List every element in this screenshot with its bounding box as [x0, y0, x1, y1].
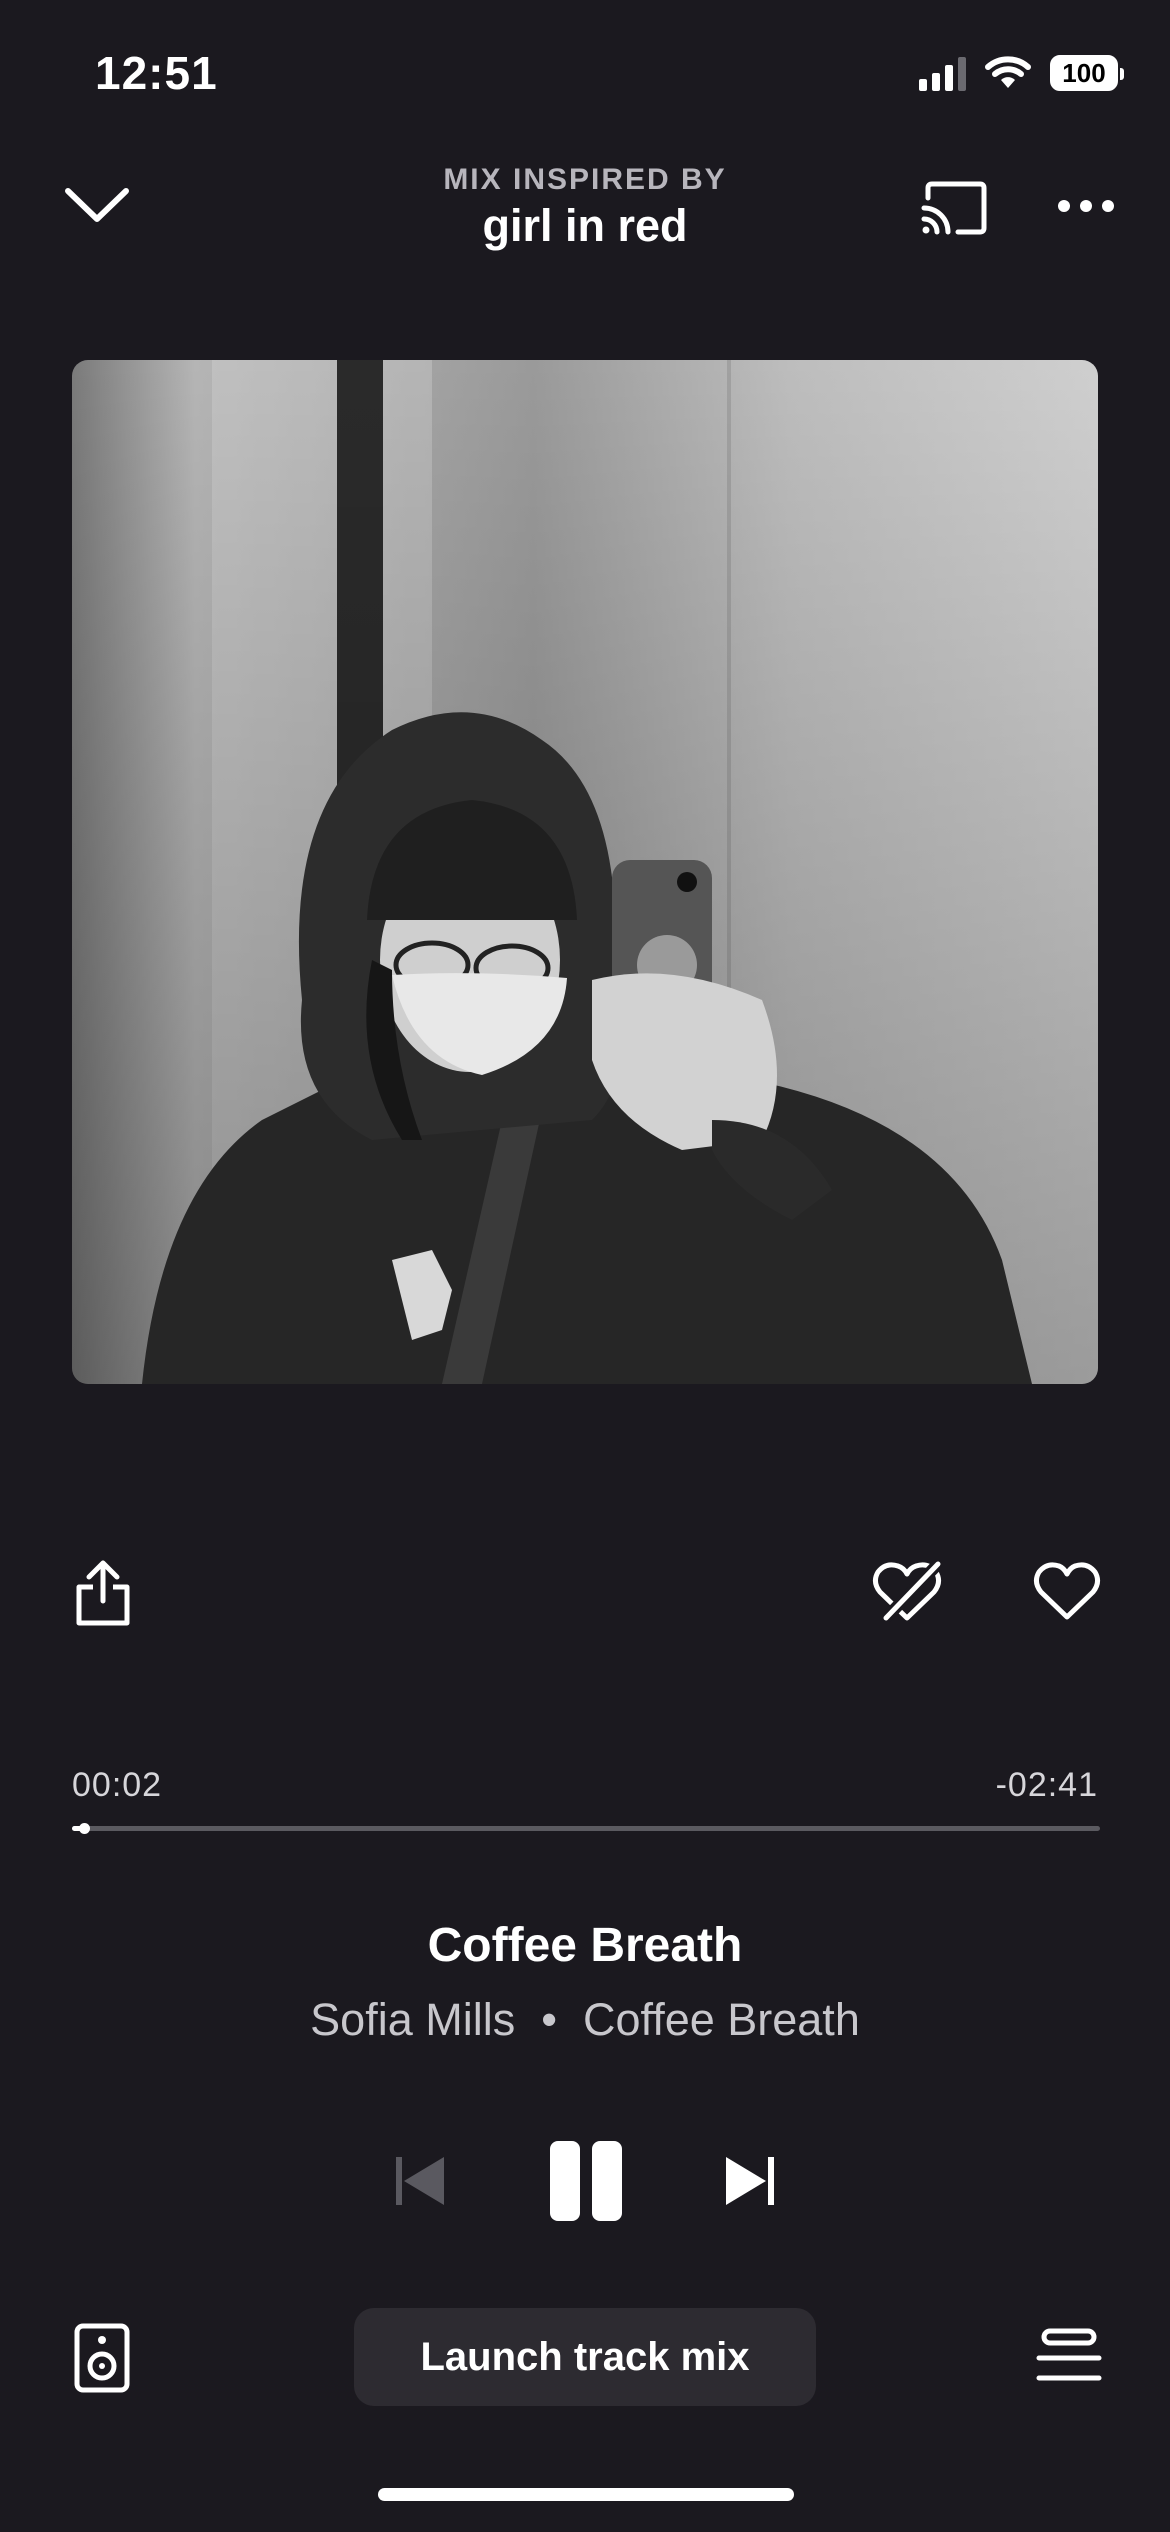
progress-bar[interactable]	[72, 1823, 1100, 1834]
launch-track-mix-button[interactable]: Launch track mix	[354, 2308, 816, 2406]
previous-icon[interactable]	[390, 2150, 450, 2212]
separator: •	[541, 1994, 557, 2045]
speaker-icon[interactable]	[70, 2320, 134, 2396]
album-artwork	[72, 360, 1098, 1384]
cast-icon[interactable]	[916, 176, 992, 240]
battery-icon: 100	[1050, 55, 1124, 91]
album-name[interactable]: Coffee Breath	[583, 1994, 860, 2045]
page-title: girl in red	[482, 200, 688, 251]
next-icon[interactable]	[720, 2150, 780, 2212]
elapsed-time: 00:02	[72, 1766, 163, 1804]
remaining-time: -02:41	[995, 1766, 1098, 1804]
heart-icon[interactable]	[1030, 1560, 1104, 1624]
status-time: 12:51	[95, 47, 218, 99]
wifi-icon	[985, 56, 1031, 88]
home-indicator[interactable]	[378, 2488, 794, 2501]
more-icon[interactable]	[1052, 186, 1120, 226]
share-icon[interactable]	[70, 1556, 136, 1628]
header-kicker: MIX INSPIRED BY	[443, 163, 727, 196]
heart-slash-icon[interactable]	[870, 1560, 944, 1624]
song-subtitle: Sofia Mills • Coffee Breath	[0, 1994, 1170, 2046]
queue-icon[interactable]	[1034, 2326, 1104, 2386]
signal-icon	[919, 55, 966, 91]
song-title: Coffee Breath	[427, 1919, 743, 1972]
artist-name[interactable]: Sofia Mills	[310, 1994, 515, 2045]
status-icons: 100	[919, 50, 1124, 96]
pause-icon[interactable]	[540, 2136, 632, 2226]
progress-knob[interactable]	[79, 1823, 91, 1834]
